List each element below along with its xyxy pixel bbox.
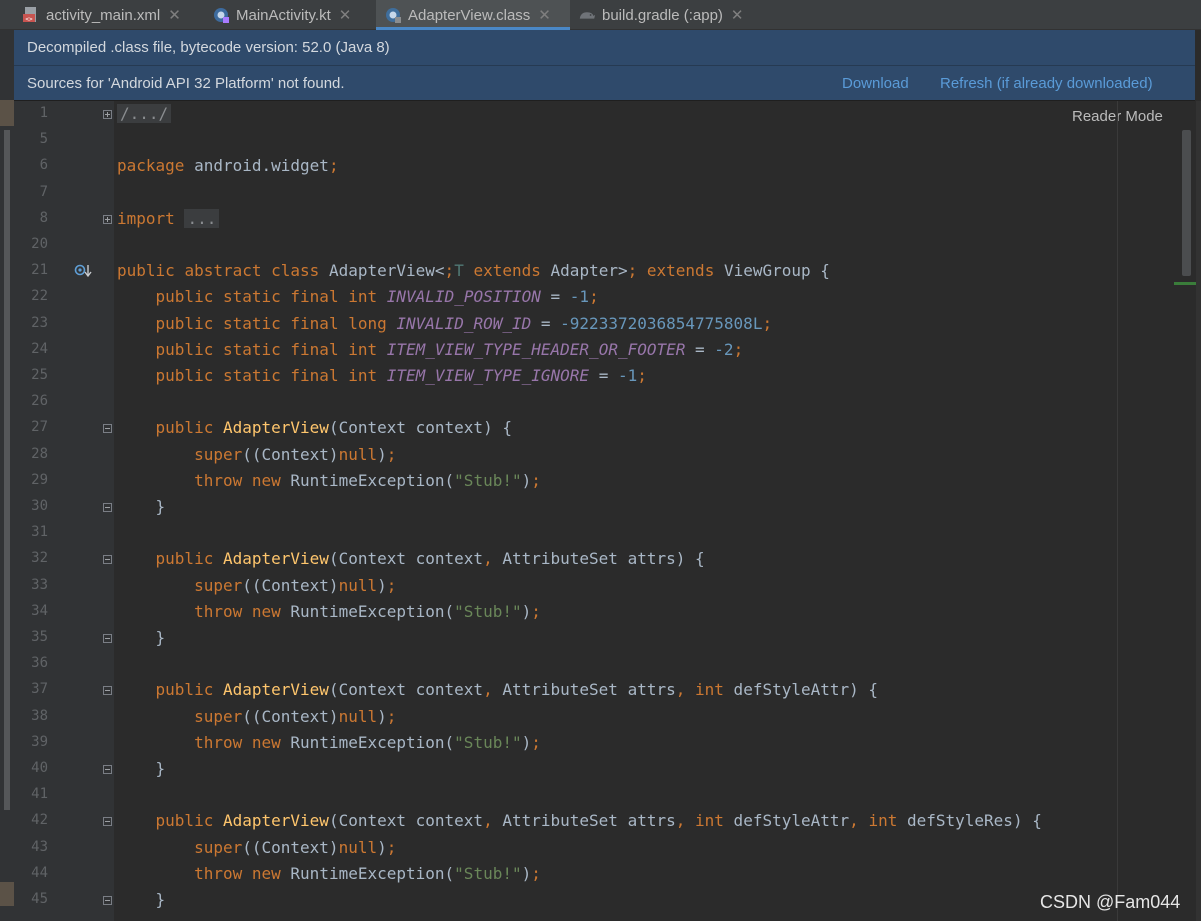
line-number: 43 xyxy=(31,838,48,855)
code-line[interactable]: super((Context)null); xyxy=(117,576,396,595)
line-number: 36 xyxy=(31,655,48,672)
fold-expand-icon[interactable] xyxy=(103,214,112,224)
code-line[interactable]: /.../ xyxy=(117,104,172,123)
tool-window-bar xyxy=(4,130,10,810)
code-line[interactable]: throw new RuntimeException("Stub!"); xyxy=(117,602,541,621)
line-number: 37 xyxy=(31,681,48,698)
tab-label: activity_main.xml xyxy=(46,6,161,24)
code-line[interactable]: } xyxy=(117,759,166,778)
code-line[interactable]: import ... xyxy=(117,208,220,228)
code-line[interactable]: throw new RuntimeException("Stub!"); xyxy=(117,733,541,752)
line-number: 23 xyxy=(31,314,48,331)
close-icon[interactable]: ✕ xyxy=(731,6,744,24)
line-number: 6 xyxy=(39,157,48,174)
line-number: 25 xyxy=(31,367,48,383)
line-number: 26 xyxy=(31,393,48,410)
close-icon[interactable]: ✕ xyxy=(339,6,352,24)
code-line[interactable]: public abstract class AdapterView<;T ext… xyxy=(117,261,830,280)
line-number: 45 xyxy=(31,891,48,907)
tab-mainactivity-kt[interactable]: MainActivity.kt ✕ xyxy=(212,0,374,30)
code-line[interactable]: public static final int INVALID_POSITION… xyxy=(117,287,599,306)
class-file-icon xyxy=(384,6,402,24)
code-line[interactable]: super((Context)null); xyxy=(117,707,396,726)
line-number: 20 xyxy=(31,236,48,252)
code-line[interactable]: } xyxy=(117,497,166,516)
line-number: 29 xyxy=(31,471,48,488)
line-number: 5 xyxy=(39,131,48,148)
line-number: 40 xyxy=(31,760,48,776)
line-number: 42 xyxy=(31,812,48,829)
line-number: 38 xyxy=(31,707,48,724)
fold-collapse-icon[interactable] xyxy=(103,686,112,696)
close-icon[interactable]: ✕ xyxy=(168,6,181,24)
editor-tab-bar: <> activity_main.xml ✕ MainActivity.kt ✕… xyxy=(0,0,1201,30)
tab-label: MainActivity.kt xyxy=(236,6,331,24)
code-line[interactable]: throw new RuntimeException("Stub!"); xyxy=(117,864,541,883)
decompiled-banner-text: Decompiled .class file, bytecode version… xyxy=(27,39,390,56)
code-line[interactable]: } xyxy=(117,890,166,909)
code-line[interactable]: super((Context)null); xyxy=(117,445,396,464)
fold-expand-icon[interactable] xyxy=(103,110,112,119)
vertical-scrollbar-thumb[interactable] xyxy=(1182,130,1191,276)
code-line[interactable]: public static final long INVALID_ROW_ID … xyxy=(117,314,773,333)
line-number: 34 xyxy=(31,602,48,619)
tab-label: build.gradle (:app) xyxy=(602,6,723,24)
fold-collapse-icon[interactable] xyxy=(103,424,112,434)
code-line[interactable]: public AdapterView(Context context, Attr… xyxy=(117,811,1042,830)
scroll-marker xyxy=(1174,282,1196,285)
line-number: 28 xyxy=(31,445,48,462)
gradle-icon xyxy=(578,6,596,24)
line-number: 1 xyxy=(39,105,48,121)
line-number: 44 xyxy=(31,864,48,881)
svg-text:<>: <> xyxy=(25,16,33,23)
sources-not-found-banner: Sources for 'Android API 32 Platform' no… xyxy=(14,66,1195,101)
watermark: CSDN @Fam044 xyxy=(1040,892,1181,912)
fold-collapse-icon[interactable] xyxy=(103,555,112,565)
implements-gutter-icon[interactable] xyxy=(74,263,92,283)
line-number: 24 xyxy=(31,340,48,357)
line-number: 31 xyxy=(31,524,48,541)
right-margin-line xyxy=(1117,101,1118,921)
refresh-link[interactable]: Refresh (if already downloaded) xyxy=(940,75,1153,92)
line-number: 39 xyxy=(31,733,48,750)
code-line[interactable]: public AdapterView(Context context, Attr… xyxy=(117,680,879,699)
tab-activity-main-xml[interactable]: <> activity_main.xml ✕ xyxy=(22,0,212,30)
line-number: 35 xyxy=(31,629,48,645)
line-number: 33 xyxy=(31,576,48,593)
download-link[interactable]: Download xyxy=(842,75,909,92)
line-number: 41 xyxy=(31,786,48,803)
fold-collapse-icon[interactable] xyxy=(103,634,112,643)
decompiled-banner: Decompiled .class file, bytecode version… xyxy=(14,30,1195,66)
tab-build-gradle[interactable]: build.gradle (:app) ✕ xyxy=(578,0,778,30)
code-line[interactable]: public AdapterView(Context context) { xyxy=(117,418,512,437)
change-marker xyxy=(0,882,14,906)
code-line[interactable]: super((Context)null); xyxy=(117,838,396,857)
code-line[interactable]: } xyxy=(117,628,166,647)
fold-collapse-icon[interactable] xyxy=(103,765,112,774)
close-icon[interactable]: ✕ xyxy=(538,6,551,24)
xml-file-icon: <> xyxy=(22,6,40,24)
fold-collapse-icon[interactable] xyxy=(103,503,112,512)
fold-collapse-icon[interactable] xyxy=(103,896,112,905)
kotlin-file-icon xyxy=(212,6,230,24)
code-line[interactable]: throw new RuntimeException("Stub!"); xyxy=(117,471,541,490)
code-line[interactable]: public static final int ITEM_VIEW_TYPE_I… xyxy=(117,366,647,385)
line-number: 22 xyxy=(31,288,48,305)
line-number: 21 xyxy=(31,262,48,279)
sources-banner-text: Sources for 'Android API 32 Platform' no… xyxy=(27,74,345,92)
right-edge-strip xyxy=(1196,101,1201,921)
change-marker xyxy=(0,100,14,126)
fold-collapse-icon[interactable] xyxy=(103,817,112,827)
line-number: 8 xyxy=(39,209,48,226)
tab-label: AdapterView.class xyxy=(408,6,531,24)
tab-adapterview-class[interactable]: AdapterView.class ✕ xyxy=(376,0,570,30)
code-line[interactable]: package android.widget; xyxy=(117,156,339,175)
code-line[interactable]: public AdapterView(Context context, Attr… xyxy=(117,549,705,568)
line-number: 30 xyxy=(31,498,48,514)
code-line[interactable]: public static final int ITEM_VIEW_TYPE_H… xyxy=(117,340,744,359)
line-number: 27 xyxy=(31,419,48,436)
left-tool-strip xyxy=(0,30,14,921)
line-number: 7 xyxy=(39,183,48,200)
line-number: 32 xyxy=(31,550,48,567)
